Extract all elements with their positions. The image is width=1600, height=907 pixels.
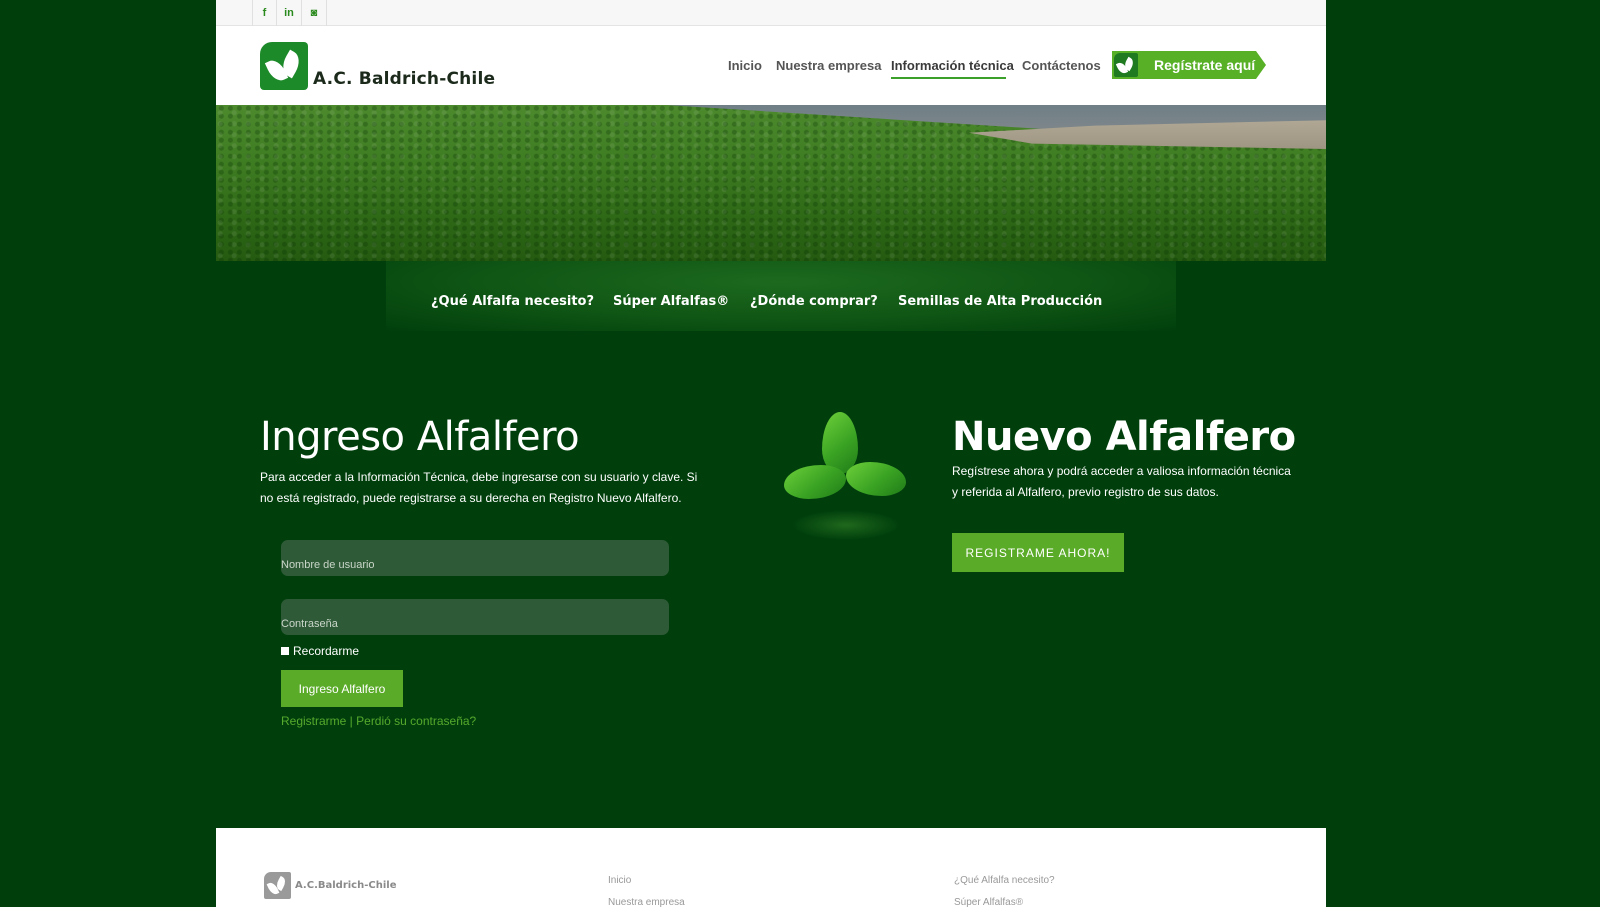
login-submit-button[interactable]: Ingreso Alfalfero (281, 670, 403, 707)
leaf-logo-icon (260, 42, 308, 90)
register-description: Regístrese ahora y podrá acceder a valio… (952, 464, 1291, 499)
remember-me[interactable]: Recordarme (281, 644, 359, 658)
subnav-super-alfalfas[interactable]: Súper Alfalfas® (613, 294, 729, 309)
password-input[interactable] (281, 599, 669, 635)
site-container: f in ◙ A.C. Baldrich-Chile Inicio Nuestr… (216, 0, 1326, 907)
footer-logo[interactable]: A.C.Baldrich-Chile (264, 872, 396, 899)
register-now-button[interactable]: REGISTRAME AHORA! (952, 533, 1124, 572)
section-subnav: ¿Qué Alfalfa necesito? Súper Alfalfas® ¿… (386, 261, 1176, 331)
login-title: Ingreso Alfalfero (260, 414, 580, 460)
register-title: Nuevo Alfalfero (952, 414, 1296, 460)
subnav-semillas[interactable]: Semillas de Alta Producción (898, 294, 1102, 309)
footer-logo-text: A.C.Baldrich-Chile (295, 880, 397, 891)
footer-link-que-alfalfa[interactable]: ¿Qué Alfalfa necesito? (954, 875, 1055, 886)
instagram-icon[interactable]: ◙ (302, 0, 327, 26)
site-footer: A.C.Baldrich-Chile Inicio Nuestra empres… (216, 828, 1326, 907)
site-header: A.C. Baldrich-Chile Inicio Nuestra empre… (216, 26, 1326, 105)
remember-label: Recordarme (293, 644, 360, 658)
nav-contactenos[interactable]: Contáctenos (1022, 58, 1101, 73)
leaf-icon (1114, 53, 1138, 77)
clover-icon (776, 410, 916, 550)
site-logo[interactable]: A.C. Baldrich-Chile (260, 42, 495, 90)
nav-inicio[interactable]: Inicio (728, 58, 762, 73)
subnav-que-alfalfa[interactable]: ¿Qué Alfalfa necesito? (431, 294, 594, 309)
register-here-button[interactable]: Regístrate aquí (1112, 51, 1266, 79)
footer-link-nuestra-empresa[interactable]: Nuestra empresa (608, 897, 685, 907)
footer-link-super-alfalfas[interactable]: Súper Alfalfas® (954, 897, 1023, 907)
active-nav-indicator (891, 77, 1006, 79)
subnav-donde-comprar[interactable]: ¿Dónde comprar? (750, 294, 878, 309)
facebook-icon[interactable]: f (252, 0, 277, 26)
linkedin-icon[interactable]: in (277, 0, 302, 26)
leaf-logo-icon (264, 872, 291, 899)
register-here-label: Regístrate aquí (1154, 57, 1256, 73)
hero-banner-image (216, 105, 1326, 261)
nav-nuestra-empresa[interactable]: Nuestra empresa (776, 58, 882, 73)
social-topbar: f in ◙ (216, 0, 1326, 26)
nav-informacion-tecnica[interactable]: Información técnica (891, 58, 1014, 73)
logo-text: A.C. Baldrich-Chile (313, 69, 496, 89)
username-input[interactable] (281, 540, 669, 576)
remember-checkbox[interactable] (281, 647, 289, 655)
footer-link-inicio[interactable]: Inicio (608, 875, 631, 886)
login-description: Para acceder a la Información Técnica, d… (260, 470, 698, 505)
register-lost-password-links[interactable]: Registrarme | Perdió su contraseña? (281, 714, 476, 728)
